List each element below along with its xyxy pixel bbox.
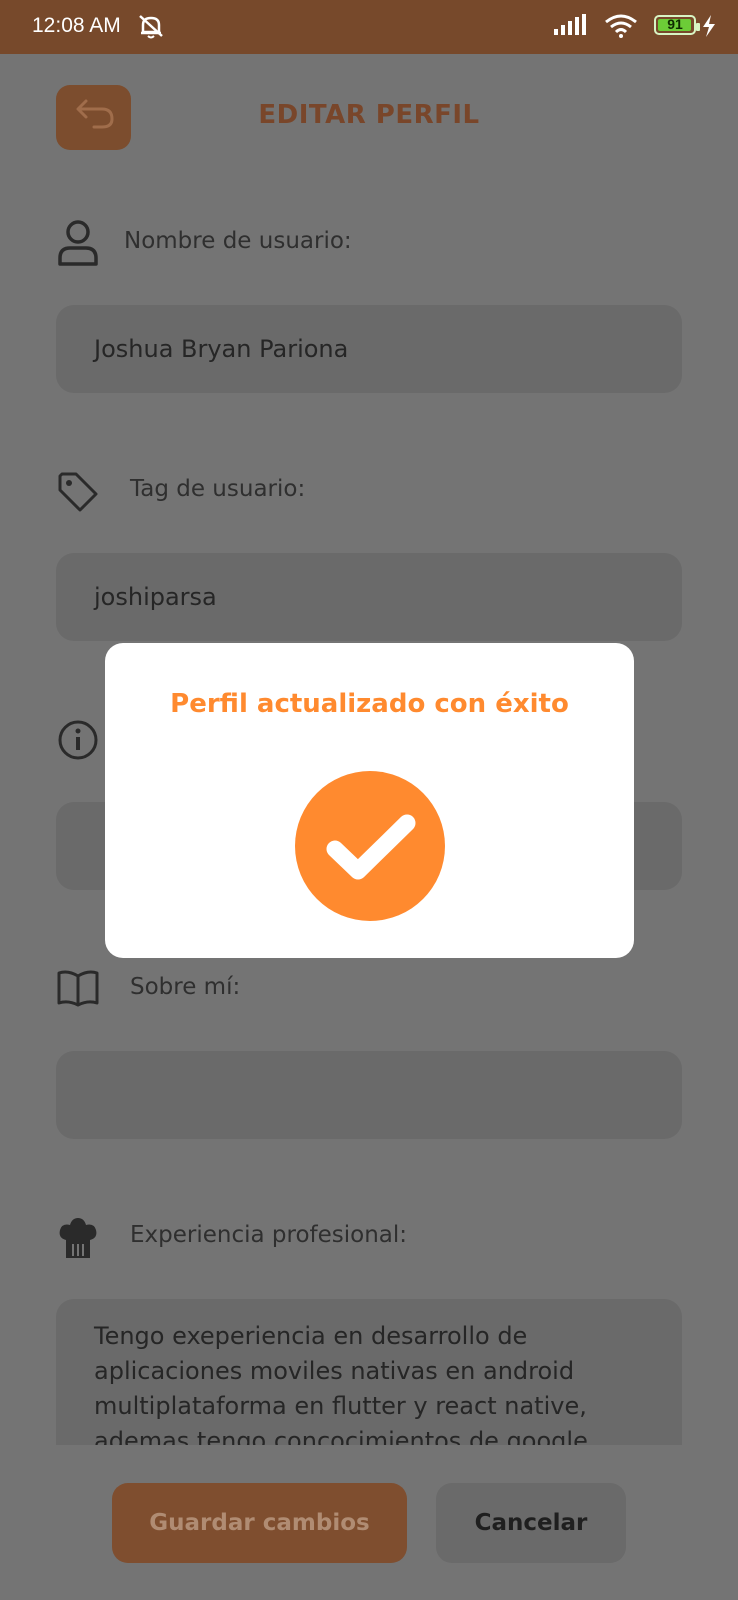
success-check-icon <box>295 771 445 921</box>
experience-line: ademas tengo concocimientos de google <box>94 1427 588 1445</box>
experience-line: multiplataforma en flutter y react nativ… <box>94 1392 587 1420</box>
experience-label: Experiencia profesional: <box>130 1222 408 1248</box>
experience-line: aplicaciones moviles nativas en android <box>94 1357 575 1385</box>
tag-input[interactable]: joshiparsa <box>56 553 682 641</box>
about-label: Sobre mí: <box>130 974 241 1000</box>
chef-hat-icon <box>56 1216 100 1262</box>
success-message: Perfil actualizado con éxito <box>170 689 569 719</box>
success-dialog: Perfil actualizado con éxito <box>105 643 634 958</box>
tag-icon <box>56 470 100 516</box>
muted-bell-icon <box>136 12 166 44</box>
wifi-icon <box>604 14 638 42</box>
save-button[interactable]: Guardar cambios <box>112 1483 407 1563</box>
cancel-button[interactable]: Cancelar <box>436 1483 626 1563</box>
status-time: 12:08 AM <box>32 14 121 37</box>
signal-icon <box>554 14 588 40</box>
info-icon <box>56 718 100 764</box>
about-input[interactable] <box>56 1051 682 1139</box>
tag-label: Tag de usuario: <box>130 476 306 502</box>
username-label: Nombre de usuario: <box>124 228 352 254</box>
experience-line: Tengo exeperiencia en desarrollo de <box>94 1322 528 1350</box>
book-icon <box>56 968 100 1014</box>
charging-bolt-icon <box>702 15 716 41</box>
experience-textarea[interactable]: Tengo exeperiencia en desarrollo de apli… <box>56 1299 682 1445</box>
status-bar: 12:08 AM 91 <box>0 0 738 54</box>
page-title: EDITAR PERFIL <box>258 100 480 130</box>
battery-level: 91 <box>667 16 683 32</box>
user-icon <box>56 218 100 266</box>
battery-icon: 91 <box>654 15 700 35</box>
username-input[interactable]: Joshua Bryan Pariona <box>56 305 682 393</box>
